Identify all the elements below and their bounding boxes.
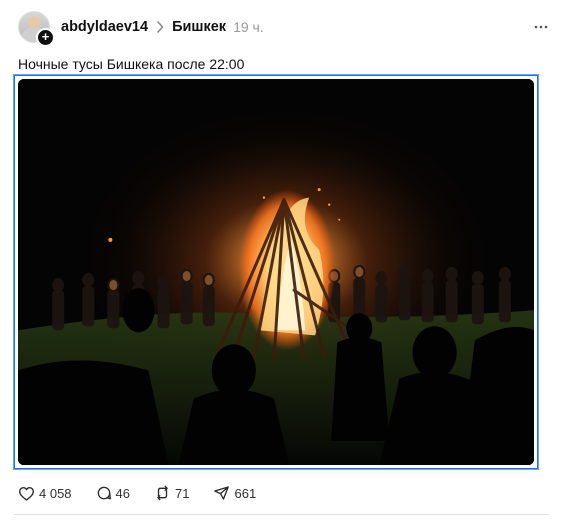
repost-button[interactable]: 71	[154, 485, 189, 501]
chevron-right-icon	[156, 20, 166, 34]
send-icon	[214, 486, 230, 500]
post-header: + abdyldaev14 Бишкек 19 ч.	[18, 10, 549, 47]
like-button[interactable]: 4 058	[18, 486, 72, 501]
post-actions: 4 058 46 71 661	[18, 483, 280, 503]
repost-count: 71	[175, 485, 190, 501]
media-container[interactable]	[13, 74, 539, 470]
reply-count: 46	[115, 485, 131, 501]
heart-icon	[18, 486, 34, 501]
share-button[interactable]: 661	[213, 485, 256, 501]
like-count: 4 058	[39, 485, 72, 501]
reply-button[interactable]: 46	[96, 485, 130, 501]
comment-icon	[97, 486, 111, 500]
plus-icon[interactable]: +	[36, 28, 55, 47]
community-name[interactable]: Бишкек	[172, 19, 226, 35]
share-count: 661	[234, 485, 257, 501]
post-divider	[14, 514, 549, 515]
repost-icon	[157, 485, 168, 501]
bonfire-photo[interactable]	[18, 79, 534, 465]
avatar-wrapper[interactable]: +	[18, 11, 55, 47]
more-options-icon[interactable]	[533, 19, 549, 35]
author-username[interactable]: abdyldaev14	[61, 19, 148, 35]
post-card: + abdyldaev14 Бишкек 19 ч. Ночные тусы Б…	[0, 0, 563, 523]
post-time[interactable]: 19 ч.	[233, 19, 264, 35]
post-caption: Ночные тусы Бишкека после 22:00	[18, 56, 245, 72]
